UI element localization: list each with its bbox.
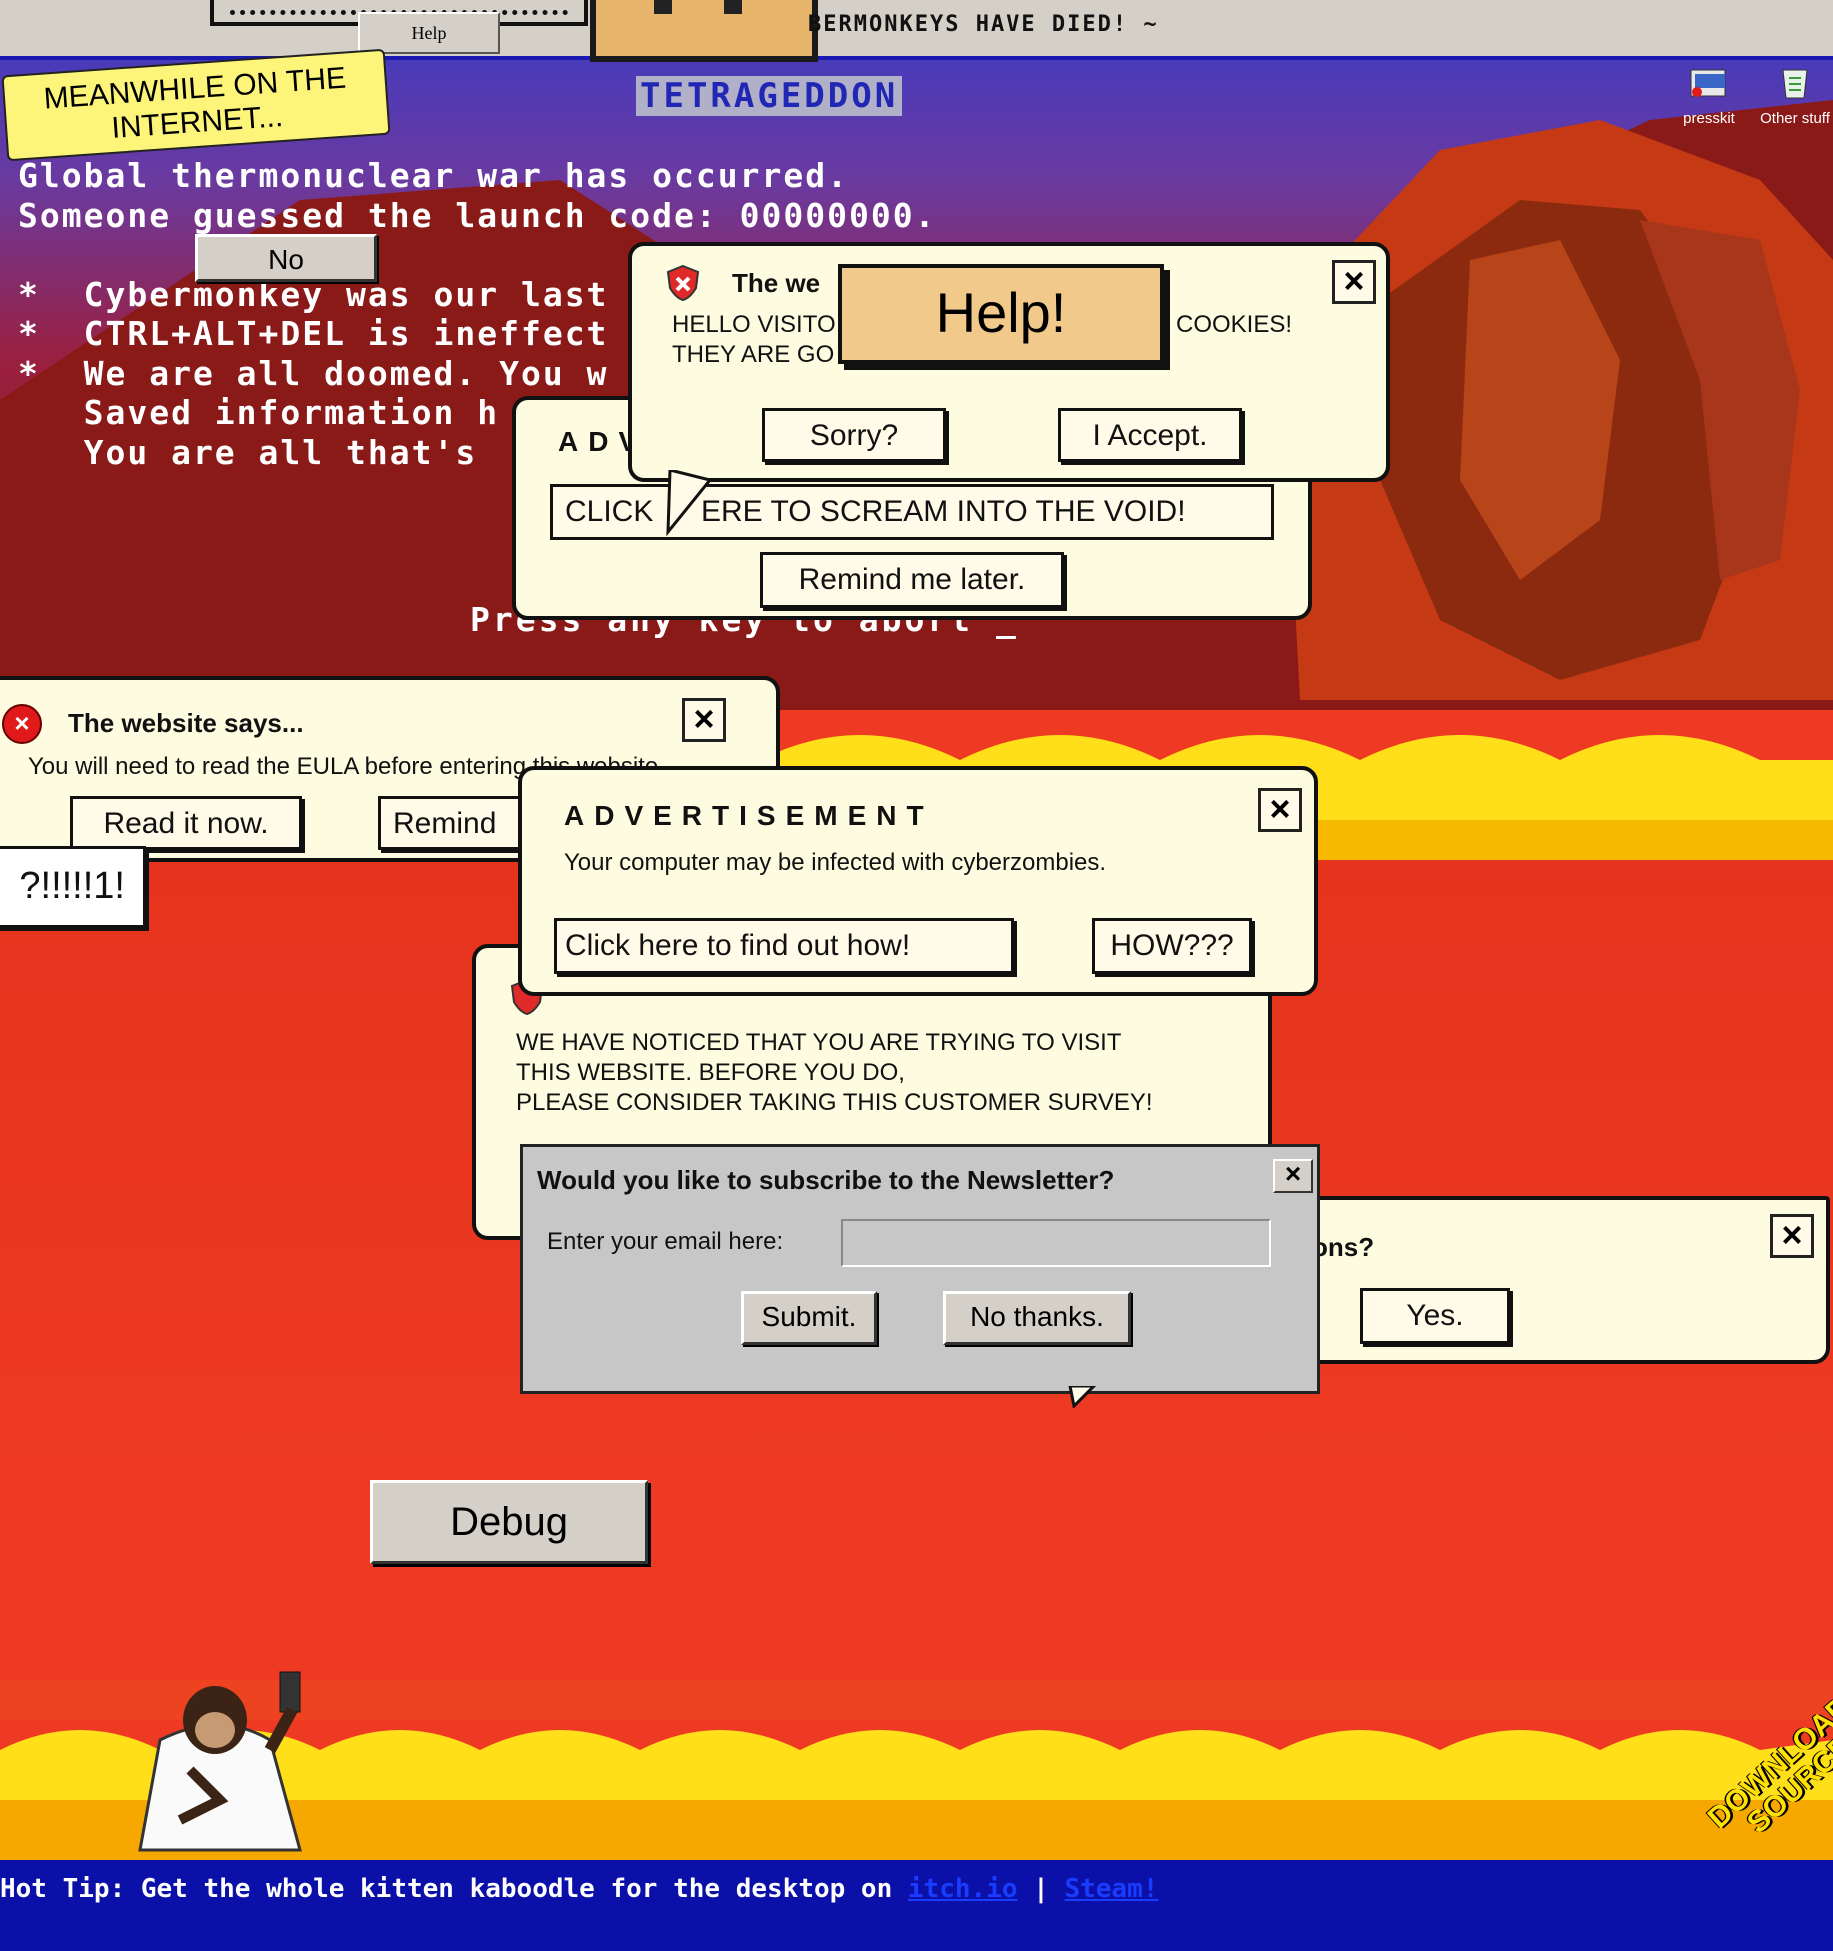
recycle-bin-icon [1782,69,1808,99]
eula-title: The website says... [68,708,304,738]
help-button[interactable]: Help [358,12,500,54]
partial-button[interactable]: ?!!!!!1! [0,846,146,928]
click-here-button[interactable]: CLICK ERE TO SCREAM INTO THE VOID! [550,484,1274,540]
cyberzombies-title: ADVERTISEMENT [564,800,934,831]
help-tooltip[interactable]: Help! [838,264,1164,364]
newsletter-pointer [1068,1386,1097,1408]
itch-link[interactable]: itch.io [908,1874,1018,1904]
remind-me-later-button[interactable]: Remind me later. [760,552,1064,608]
link-separator: | [1017,1874,1065,1904]
face-tile [590,0,818,62]
close-icon[interactable]: × [1770,1214,1814,1258]
find-out-button[interactable]: Click here to find out how! [554,918,1014,974]
close-icon[interactable]: × [1258,788,1302,832]
close-icon[interactable]: × [682,698,726,742]
other-stuff-label: Other stuff [1760,110,1830,127]
cyberzombies-dialog: ADVERTISEMENT Your computer may be infec… [518,766,1318,996]
bsod-title: TETRAGEDDON [636,76,903,116]
presskit-label: presskit [1683,110,1735,127]
read-now-button[interactable]: Read it now. [70,796,302,850]
submit-button[interactable]: Submit. [741,1291,877,1345]
top-strip: Help BERMONKEYS HAVE DIED! ~ [0,0,1833,62]
sorry-button[interactable]: Sorry? [762,408,946,462]
newsletter-dialog: Would you like to subscribe to the Newsl… [520,1144,1320,1394]
cyberzombies-message: Your computer may be infected with cyber… [564,849,1107,876]
cookies-message-right: COOKIES! [1176,311,1293,338]
hot-tip-text: Hot Tip: Get the whole kitten kaboodle f… [0,1874,908,1904]
cookies-message-left: HELLO VISITO THEY ARE GO [672,311,836,368]
scream-label: ERE TO SCREAM INTO THE VOID! [701,495,1186,528]
cookies-title: The we [732,268,821,298]
close-icon[interactable]: × [1273,1159,1313,1193]
email-label: Enter your email here: [547,1228,784,1255]
marquee-text: BERMONKEYS HAVE DIED! ~ [808,12,1159,37]
newsletter-title: Would you like to subscribe to the Newsl… [537,1165,1115,1195]
how-button[interactable]: HOW??? [1092,918,1252,974]
shield-icon [666,264,700,302]
folder-icon [1690,69,1726,97]
survey-message: WE HAVE NOTICED THAT YOU ARE TRYING TO V… [516,1029,1153,1116]
tooltip-pointer [666,470,713,537]
close-icon[interactable]: × [1332,260,1376,304]
debug-button[interactable]: Debug [370,1480,648,1564]
hot-tip: Hot Tip: Get the whole kitten kaboodle f… [0,1874,1158,1904]
click-label: CLICK [565,495,654,528]
email-input[interactable] [841,1219,1271,1267]
yes-button[interactable]: Yes. [1360,1288,1510,1344]
error-icon: × [2,704,42,744]
no-thanks-button[interactable]: No thanks. [943,1291,1131,1345]
no-button[interactable]: No [195,234,377,282]
cybermonkey-character [138,1671,302,1852]
questions-title-fragment: ons? [1312,1232,1375,1262]
steam-link[interactable]: Steam! [1064,1874,1158,1904]
presskit-desktop-icon[interactable]: presskit [1664,64,1754,127]
accept-button[interactable]: I Accept. [1058,408,1242,462]
other-stuff-desktop-icon[interactable]: Other stuff [1750,64,1833,127]
questions-dialog: ons? × Yes. [1296,1196,1830,1364]
game-screen: Help BERMONKEYS HAVE DIED! ~ MEANWHILE O… [0,0,1833,1860]
